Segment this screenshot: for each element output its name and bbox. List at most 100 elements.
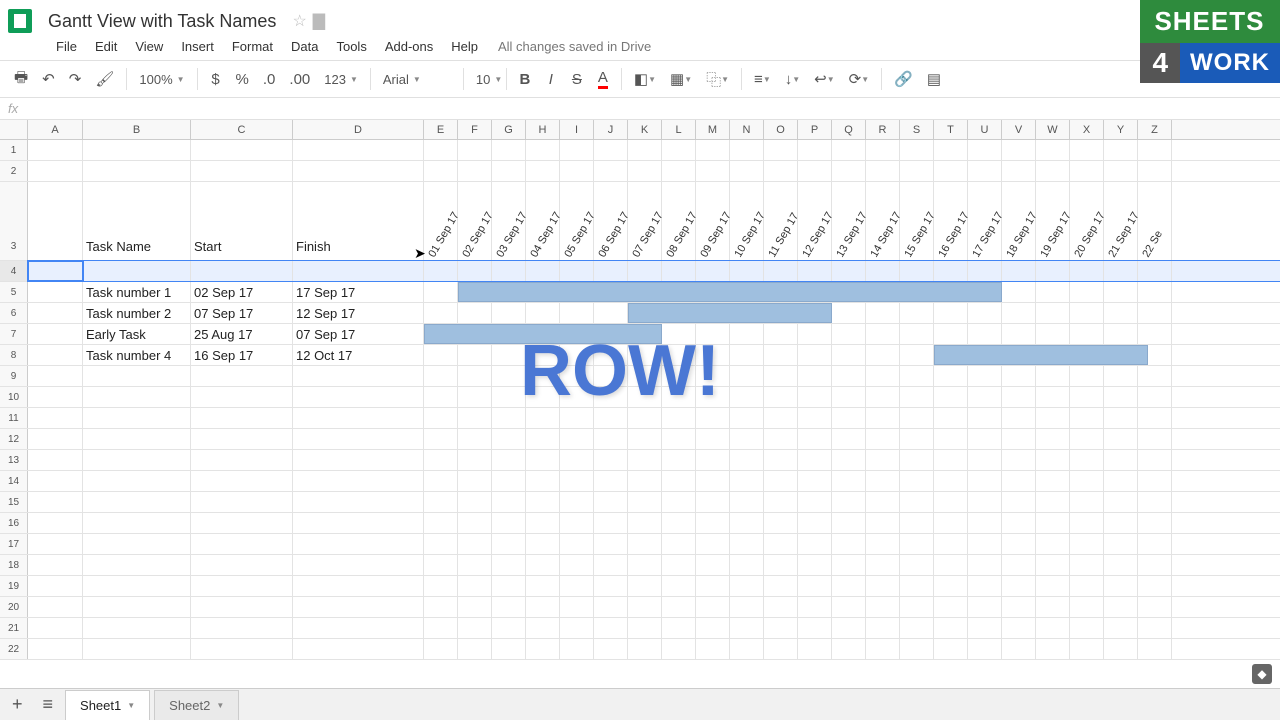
cell[interactable] xyxy=(1104,387,1138,407)
link-icon[interactable]: 🔗 xyxy=(888,65,919,93)
cell[interactable] xyxy=(934,618,968,638)
cell[interactable] xyxy=(28,161,83,181)
row-header[interactable]: 5 xyxy=(0,282,28,302)
cell[interactable] xyxy=(934,555,968,575)
cell[interactable] xyxy=(1138,282,1172,302)
row-header[interactable]: 3 xyxy=(0,182,28,260)
cell[interactable] xyxy=(560,303,594,323)
cell[interactable] xyxy=(832,161,866,181)
cell[interactable] xyxy=(1138,555,1172,575)
col-header[interactable]: V xyxy=(1002,120,1036,139)
cell[interactable]: 02 Sep 17 xyxy=(458,182,492,260)
comment-icon[interactable]: ▤ xyxy=(921,65,947,93)
cell[interactable] xyxy=(28,492,83,512)
cell[interactable]: 18 Sep 17 xyxy=(1002,182,1036,260)
cell[interactable] xyxy=(560,639,594,659)
cell[interactable] xyxy=(458,161,492,181)
cell[interactable] xyxy=(1138,161,1172,181)
cell[interactable] xyxy=(628,555,662,575)
cell[interactable] xyxy=(1138,492,1172,512)
cell[interactable]: 13 Sep 17 xyxy=(832,182,866,260)
cell[interactable] xyxy=(662,618,696,638)
cell[interactable] xyxy=(832,303,866,323)
cell[interactable] xyxy=(866,408,900,428)
row-header[interactable]: 13 xyxy=(0,450,28,470)
cell[interactable] xyxy=(1002,534,1036,554)
cell[interactable] xyxy=(492,597,526,617)
cell[interactable] xyxy=(1104,261,1138,281)
cell[interactable] xyxy=(28,408,83,428)
cell[interactable] xyxy=(293,513,424,533)
cell[interactable] xyxy=(764,492,798,512)
cell[interactable] xyxy=(934,303,968,323)
cell[interactable]: Start xyxy=(191,182,293,260)
cell[interactable] xyxy=(628,450,662,470)
cell[interactable] xyxy=(594,639,628,659)
cell[interactable] xyxy=(424,366,458,386)
cell[interactable] xyxy=(1104,303,1138,323)
cell[interactable] xyxy=(424,513,458,533)
cell[interactable] xyxy=(730,513,764,533)
cell[interactable] xyxy=(968,324,1002,344)
cell[interactable] xyxy=(1070,282,1104,302)
cell[interactable] xyxy=(526,513,560,533)
cell[interactable] xyxy=(560,471,594,491)
cell[interactable] xyxy=(28,140,83,160)
cell[interactable] xyxy=(458,450,492,470)
cell[interactable] xyxy=(730,408,764,428)
cell[interactable] xyxy=(424,618,458,638)
cell[interactable] xyxy=(492,555,526,575)
cell[interactable] xyxy=(730,471,764,491)
cell[interactable] xyxy=(458,408,492,428)
cell[interactable] xyxy=(968,639,1002,659)
cell[interactable] xyxy=(1002,140,1036,160)
cell[interactable] xyxy=(662,555,696,575)
cell[interactable]: 11 Sep 17 xyxy=(764,182,798,260)
paint-format-icon[interactable]: 🖌 xyxy=(89,65,120,93)
cell[interactable] xyxy=(764,513,798,533)
cell[interactable] xyxy=(628,618,662,638)
cell[interactable] xyxy=(1138,450,1172,470)
cell[interactable] xyxy=(191,261,293,281)
cell[interactable]: 09 Sep 17 xyxy=(696,182,730,260)
cell[interactable] xyxy=(1138,639,1172,659)
cell[interactable] xyxy=(900,555,934,575)
col-header[interactable]: Z xyxy=(1138,120,1172,139)
percent-icon[interactable]: % xyxy=(230,66,255,93)
cell[interactable] xyxy=(968,408,1002,428)
cell[interactable] xyxy=(1104,429,1138,449)
text-color-icon[interactable]: A xyxy=(591,64,615,94)
cell[interactable] xyxy=(293,618,424,638)
cell[interactable] xyxy=(1104,140,1138,160)
cell[interactable] xyxy=(798,429,832,449)
col-header[interactable]: H xyxy=(526,120,560,139)
cell[interactable] xyxy=(968,161,1002,181)
cell[interactable] xyxy=(594,429,628,449)
cell[interactable] xyxy=(696,555,730,575)
cell[interactable] xyxy=(28,597,83,617)
cell[interactable] xyxy=(424,492,458,512)
cell[interactable] xyxy=(1138,261,1172,281)
cell[interactable] xyxy=(83,555,191,575)
cell[interactable] xyxy=(191,429,293,449)
cell[interactable] xyxy=(458,471,492,491)
cell[interactable] xyxy=(1104,471,1138,491)
cell[interactable] xyxy=(560,261,594,281)
cell[interactable] xyxy=(526,429,560,449)
col-header[interactable]: Q xyxy=(832,120,866,139)
cell[interactable] xyxy=(560,618,594,638)
cell[interactable] xyxy=(594,534,628,554)
row-header[interactable]: 6 xyxy=(0,303,28,323)
cell[interactable] xyxy=(28,182,83,260)
cell[interactable] xyxy=(798,161,832,181)
cell[interactable] xyxy=(424,387,458,407)
cell[interactable] xyxy=(492,639,526,659)
cell[interactable] xyxy=(866,450,900,470)
row-header[interactable]: 12 xyxy=(0,429,28,449)
rotate-icon[interactable]: ⟳▼ xyxy=(843,65,876,93)
cell[interactable] xyxy=(798,450,832,470)
cell[interactable] xyxy=(560,555,594,575)
cell[interactable] xyxy=(1036,471,1070,491)
cell[interactable] xyxy=(1138,618,1172,638)
cell[interactable] xyxy=(866,597,900,617)
